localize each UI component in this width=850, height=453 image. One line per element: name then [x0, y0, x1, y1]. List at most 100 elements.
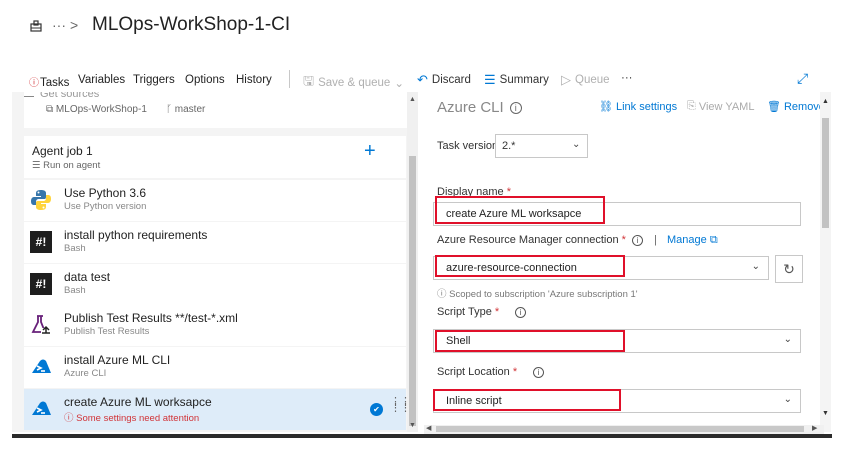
- tab-tasks[interactable]: ⓘTasks: [29, 74, 69, 89]
- expand-icon[interactable]: ⤢: [797, 70, 808, 87]
- chevron-down-icon: ⌄: [394, 78, 404, 90]
- task-name: Publish Test Results **/test-*.xml: [64, 311, 238, 325]
- task-item-install-requirements[interactable]: #! install python requirements Bash: [24, 222, 406, 263]
- repo-name: ⧉ MLOps-WorkShop-1: [46, 104, 147, 115]
- pipeline-title: MLOps-WorkShop-1-CI: [92, 14, 291, 35]
- task-item-use-python[interactable]: Use Python 3.6 Use Python version: [24, 180, 406, 221]
- script-location-select[interactable]: Inline script ⌄: [433, 389, 801, 413]
- detail-scrollbar[interactable]: ▲ ▼: [820, 92, 831, 432]
- play-icon: ▷: [561, 72, 571, 87]
- tab-history[interactable]: History: [236, 74, 272, 86]
- info-icon[interactable]: i: [533, 367, 544, 378]
- tab-triggers[interactable]: Triggers: [133, 74, 175, 86]
- task-type: Bash: [64, 243, 86, 254]
- enabled-check-icon[interactable]: ✔: [370, 403, 383, 416]
- scroll-up-icon[interactable]: ▲: [409, 96, 416, 103]
- agent-job[interactable]: Agent job 1 ☰ Run on agent +: [24, 136, 406, 178]
- arm-connection-value: azure-resource-connection: [446, 262, 577, 274]
- script-location-label: Script Location *: [437, 366, 518, 378]
- task-name: Use Python 3.6: [64, 186, 147, 200]
- toolbar-divider: [289, 70, 290, 88]
- drag-handle: [24, 96, 34, 97]
- external-link-icon: ⧉: [709, 234, 718, 246]
- scroll-up-icon[interactable]: ▲: [822, 98, 829, 105]
- info-icon[interactable]: i: [515, 307, 526, 318]
- project-icon[interactable]: [30, 20, 42, 32]
- task-name: data test: [64, 270, 111, 284]
- repo-icon: ⧉: [46, 104, 56, 115]
- bash-icon: #!: [30, 273, 52, 295]
- task-version-select[interactable]: 2.* ⌄: [495, 134, 588, 158]
- branch-icon: ᚴ: [166, 104, 175, 115]
- save-icon: 🖫: [303, 73, 315, 88]
- task-type: Use Python version: [64, 201, 147, 212]
- scroll-left-icon[interactable]: ◀: [426, 424, 431, 432]
- scroll-down-icon[interactable]: ▼: [409, 422, 416, 429]
- task-name: install python requirements: [64, 228, 208, 242]
- queue-button[interactable]: ▷ Queue: [561, 72, 610, 88]
- scrollbar-thumb[interactable]: [822, 118, 829, 228]
- task-item-install-azure-ml-cli[interactable]: install Azure ML CLI Azure CLI: [24, 347, 406, 388]
- remove-button[interactable]: 🗑Remove: [767, 100, 820, 114]
- script-type-value: Shell: [446, 335, 471, 347]
- server-icon: ☰: [32, 160, 44, 171]
- scrollbar-thumb[interactable]: [436, 426, 804, 432]
- more-actions-button[interactable]: ···: [621, 72, 633, 84]
- task-type: Azure CLI: [64, 368, 107, 379]
- task-version-label: Task version: [437, 140, 499, 152]
- bash-icon: #!: [30, 231, 52, 253]
- link-settings-button[interactable]: ⛓ Link settings: [599, 100, 677, 114]
- get-sources-title: Get sources: [40, 92, 100, 100]
- info-icon[interactable]: i: [509, 102, 522, 115]
- chevron-down-icon: ⌄: [783, 394, 792, 405]
- azure-cli-icon: [32, 401, 51, 415]
- tab-options[interactable]: Options: [185, 74, 225, 86]
- tab-variables[interactable]: Variables: [78, 74, 125, 86]
- flask-icon: [31, 315, 51, 334]
- toolbar: ⓘTasks Variables Triggers Options Histor…: [0, 66, 850, 94]
- info-icon[interactable]: i: [632, 235, 643, 246]
- script-type-label: Script Type *: [437, 306, 500, 318]
- warning-circle-icon: ⓘ: [29, 78, 39, 89]
- save-queue-button[interactable]: 🖫 Save & queue ⌄: [303, 72, 404, 94]
- refresh-icon: ↻: [783, 261, 795, 277]
- warning-circle-icon: ⓘ: [64, 413, 77, 424]
- chevron-down-icon: ⌄: [572, 139, 581, 150]
- task-list-pane: Get sources ⧉ MLOps-WorkShop-1 ᚴ master …: [12, 92, 418, 432]
- view-yaml-button[interactable]: ⎘ View YAML: [687, 100, 754, 113]
- get-sources-item[interactable]: Get sources ⧉ MLOps-WorkShop-1 ᚴ master: [24, 92, 418, 128]
- summary-button[interactable]: ☰ Summary: [484, 72, 549, 88]
- display-name-field[interactable]: create Azure ML worksapce: [433, 202, 801, 226]
- add-task-button[interactable]: +: [364, 140, 376, 163]
- task-item-create-azure-ml-workspace[interactable]: create Azure ML worksapce ⓘ Some setting…: [24, 389, 411, 430]
- azure-cli-icon: [32, 359, 51, 373]
- scroll-right-icon[interactable]: ▶: [812, 424, 817, 432]
- manage-link[interactable]: Manage ⧉: [667, 234, 718, 247]
- task-type: Publish Test Results: [64, 326, 150, 337]
- task-item-publish-test-results[interactable]: Publish Test Results **/test-*.xml Publi…: [24, 305, 406, 346]
- link-icon: ⛓: [599, 101, 613, 113]
- script-type-select[interactable]: Shell ⌄: [433, 329, 801, 353]
- task-detail-title: Azure CLI i: [437, 99, 522, 116]
- branch-name: ᚴ master: [166, 104, 206, 115]
- scrollbar-thumb[interactable]: [409, 156, 416, 426]
- info-icon: ⓘ: [437, 289, 450, 300]
- yaml-icon: ⎘: [687, 100, 696, 112]
- detail-horizontal-scrollbar[interactable]: ◀ ▶: [424, 425, 824, 434]
- arm-connection-label: Azure Resource Manager connection *: [437, 234, 626, 246]
- agent-job-name: Agent job 1: [32, 144, 93, 158]
- python-icon: [31, 190, 51, 210]
- task-item-data-test[interactable]: #! data test Bash: [24, 264, 406, 305]
- header: ··· > MLOps-WorkShop-1-CI: [0, 0, 850, 60]
- chevron-down-icon: ⌄: [783, 334, 792, 345]
- breadcrumb-more[interactable]: ···: [52, 17, 66, 33]
- scope-note: ⓘ Scoped to subscription 'Azure subscrip…: [437, 289, 638, 300]
- discard-button[interactable]: ↶ Discard: [417, 72, 471, 88]
- scroll-down-icon[interactable]: ▼: [822, 410, 829, 417]
- undo-icon: ↶: [417, 72, 428, 87]
- arm-connection-select[interactable]: azure-resource-connection ⌄: [433, 256, 769, 280]
- task-list-scrollbar[interactable]: ▲ ▼: [407, 92, 418, 432]
- refresh-button[interactable]: ↻: [775, 255, 803, 283]
- task-name: create Azure ML worksapce: [64, 395, 212, 409]
- trash-icon: 🗑: [767, 101, 781, 113]
